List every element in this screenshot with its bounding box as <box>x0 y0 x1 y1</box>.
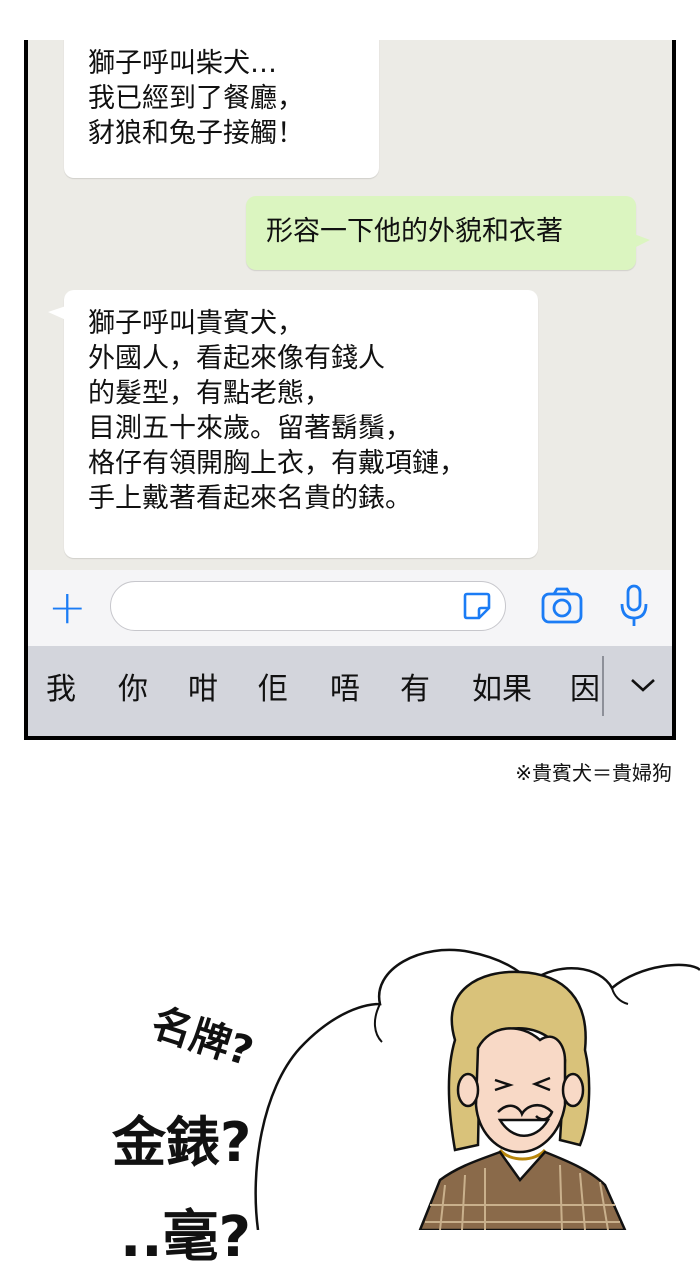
candidate-word[interactable]: 因 <box>570 670 602 710</box>
chevron-down-icon[interactable] <box>628 670 658 700</box>
outgoing-message: 形容一下他的外貌和衣著 <box>246 196 650 270</box>
incoming-message: 獅子呼叫貴賓犬， 外國人，看起來像有錢人 的髮型，有點老態， 目測五十來歲。留著… <box>48 290 538 558</box>
thought-bubble-illustration <box>254 948 700 1230</box>
candidate-word[interactable]: 咁 <box>188 670 218 710</box>
message-input-bar: + <box>28 570 672 646</box>
footnote: ※貴賓犬＝貴婦狗 <box>515 761 672 785</box>
sticker-icon[interactable] <box>461 590 493 622</box>
divider <box>602 656 604 716</box>
incoming-message: 獅子呼叫柴犬… 我已經到了餐廳， 豺狼和兔子接觸！ <box>64 40 379 178</box>
candidate-word[interactable]: 如果 <box>472 670 532 710</box>
comic-word: ..毫? <box>120 1205 252 1270</box>
plus-icon[interactable]: + <box>48 576 87 638</box>
message-input[interactable] <box>110 581 506 631</box>
chat-area: 獅子呼叫柴犬… 我已經到了餐廳， 豺狼和兔子接觸！ 形容一下他的外貌和衣著 獅子… <box>28 40 672 570</box>
keyboard-candidate-bar: 我 你 咁 佢 唔 有 如果 因 <box>28 646 672 736</box>
camera-icon[interactable] <box>540 586 584 626</box>
candidate-word[interactable]: 有 <box>400 670 430 710</box>
candidate-word[interactable]: 我 <box>46 670 76 710</box>
candidate-word[interactable]: 唔 <box>330 670 360 710</box>
comic-panel: 名牌? 金錶? ..毫? <box>0 930 700 1270</box>
comic-word: 金錶? <box>112 1111 252 1174</box>
candidate-word[interactable]: 你 <box>118 670 148 710</box>
microphone-icon[interactable] <box>618 582 650 630</box>
candidate-word[interactable]: 佢 <box>258 670 288 710</box>
